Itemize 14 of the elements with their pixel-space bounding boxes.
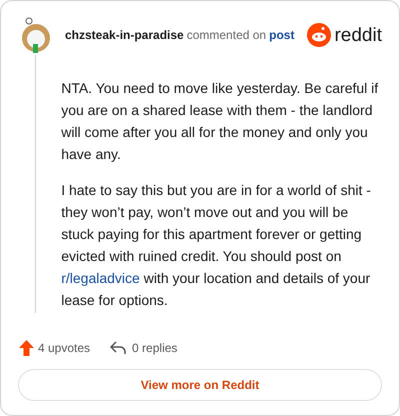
reddit-logo-icon [307, 23, 332, 47]
username[interactable]: chzsteak-in-paradise [65, 26, 184, 44]
comment-paragraph: I hate to say this but you are in for a world of shit - they won’t pay, won’t move out and you will be stuck paying for this apartment forever or getting evicted with ruined credit. You should post on r/legaladvice with your location and details of your lease for options. [61, 181, 372, 310]
view-more-button[interactable]: View more on Reddit [18, 369, 382, 401]
upvote-arrow-icon [19, 340, 34, 356]
comment-paragraph: NTA. You need to move like yesterday. Be careful if you are on a shared lease with them - the landlord will come after you all for the money and only you have any. [61, 79, 380, 164]
upvotes-count: 4 upvotes [38, 340, 90, 357]
post-link[interactable]: post [269, 26, 294, 44]
reddit-wordmark: reddit [334, 26, 382, 44]
subreddit-link[interactable]: r/legaladvice [61, 270, 140, 286]
reply-arrow-icon [110, 341, 126, 355]
replies-count: 0 replies [132, 340, 178, 357]
action-text: commented on [186, 27, 266, 44]
avatar-icon [21, 17, 51, 53]
